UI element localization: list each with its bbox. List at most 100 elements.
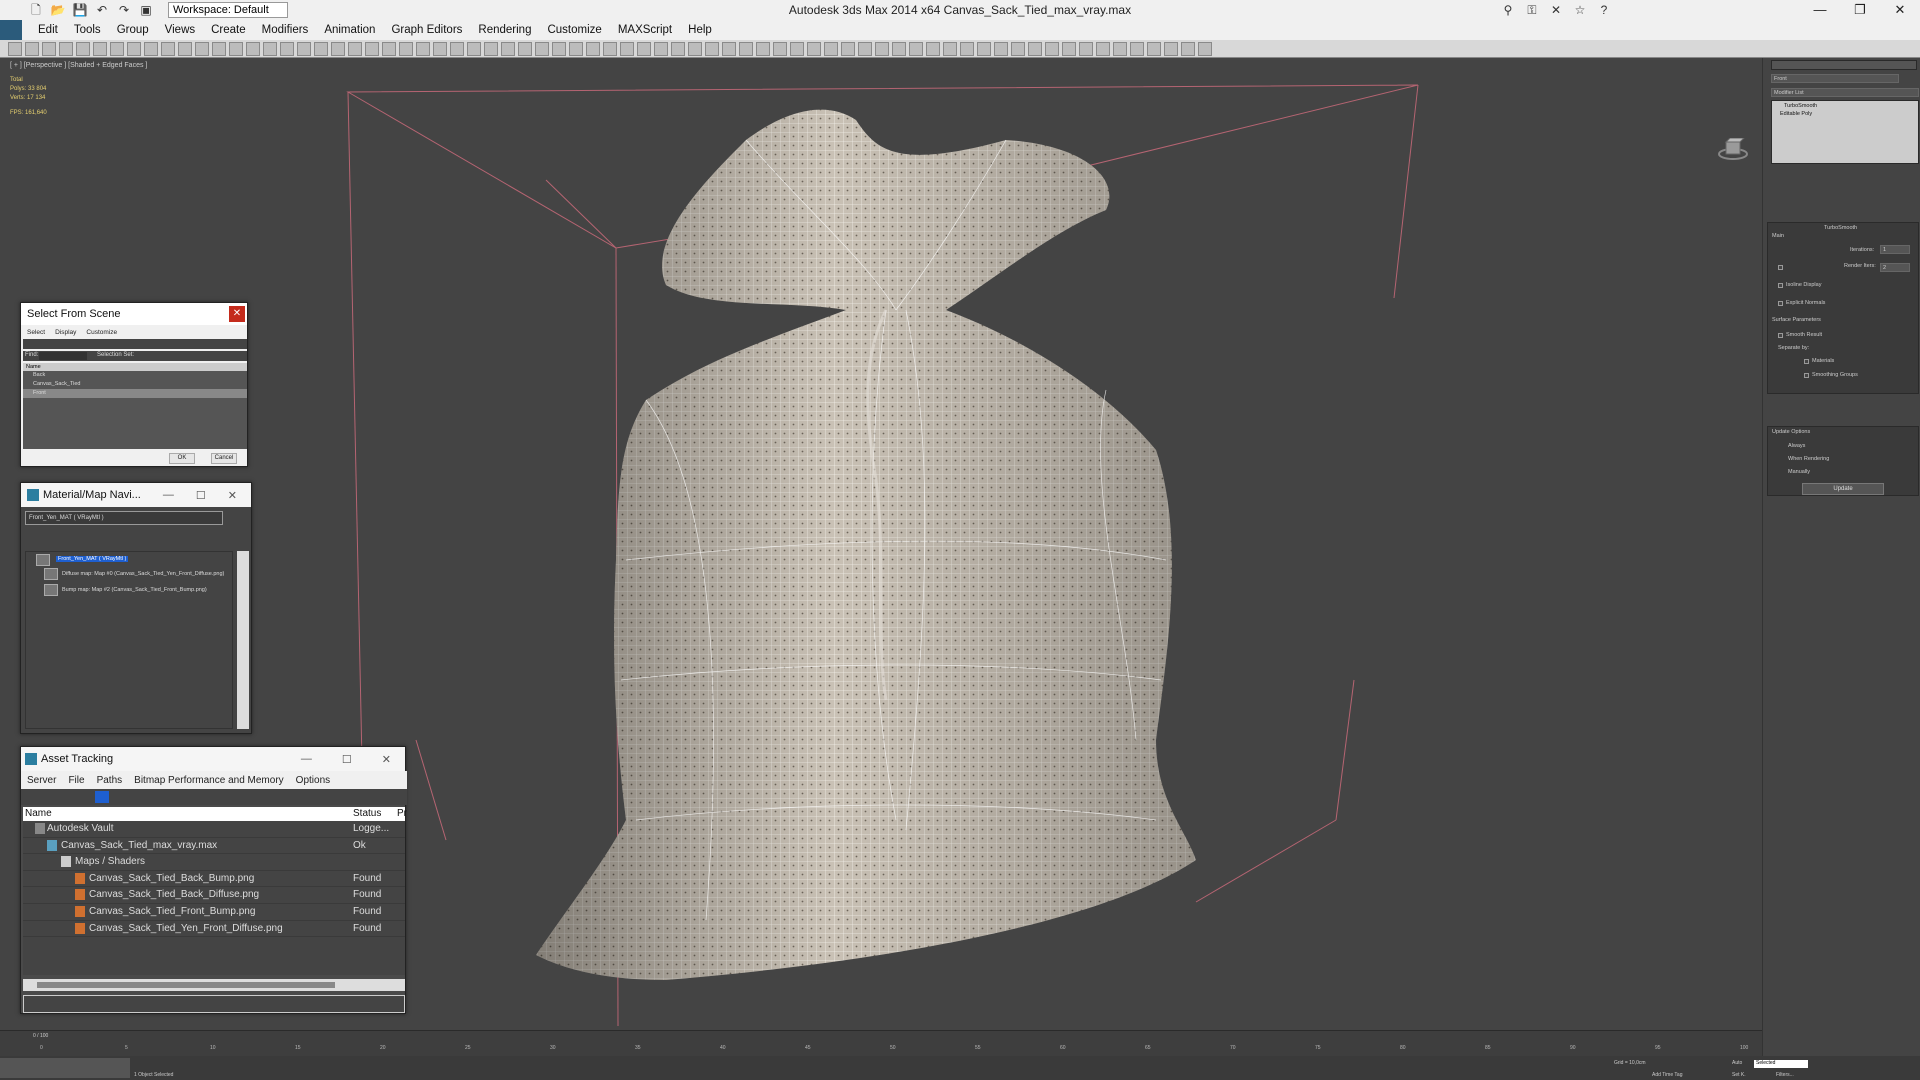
toolbar-button[interactable] xyxy=(637,42,651,56)
toolbar-button[interactable] xyxy=(229,42,243,56)
column-name-header[interactable]: Name xyxy=(23,363,247,371)
dialog-titlebar[interactable]: Select From Scene ✕ xyxy=(21,303,247,325)
close-button[interactable]: ✕ xyxy=(1880,0,1920,20)
update-button[interactable]: Update xyxy=(1802,483,1884,495)
close-button[interactable]: ✕ xyxy=(229,306,245,322)
isoline-checkbox[interactable] xyxy=(1778,283,1783,288)
toolbar-button[interactable] xyxy=(756,42,770,56)
toolbar-button[interactable] xyxy=(246,42,260,56)
toolbar-button[interactable] xyxy=(1011,42,1025,56)
menu-help[interactable]: Help xyxy=(680,24,720,36)
menu-graph-editors[interactable]: Graph Editors xyxy=(383,24,470,36)
iterations-spinner[interactable]: 1 xyxy=(1880,245,1910,254)
smoothing-groups-checkbox[interactable] xyxy=(1804,373,1809,378)
toolbar-button[interactable] xyxy=(280,42,294,56)
menu-animation[interactable]: Animation xyxy=(316,24,383,36)
toolbar-button[interactable] xyxy=(1181,42,1195,56)
horizontal-scrollbar[interactable] xyxy=(23,979,405,991)
time-slider[interactable]: 0 / 100 0 5 10 15 20 25 30 35 40 45 50 55 60 65 70 75 80… xyxy=(0,1030,1762,1056)
toolbar-button[interactable] xyxy=(807,42,821,56)
toolbar-button[interactable] xyxy=(518,42,532,56)
list-item[interactable]: Canvas_Sack_Tied xyxy=(23,380,247,389)
toolbar-button[interactable] xyxy=(348,42,362,56)
toolbar-button[interactable] xyxy=(1096,42,1110,56)
asset-path-field[interactable] xyxy=(23,995,405,1013)
toolbar-button[interactable] xyxy=(1130,42,1144,56)
minimize-button[interactable]: — xyxy=(301,753,312,766)
add-time-tag[interactable]: Add Time Tag xyxy=(1652,1072,1682,1078)
table-row[interactable]: Maps / Shaders xyxy=(23,854,405,871)
viewcube[interactable] xyxy=(1718,138,1748,160)
toolbar-button[interactable] xyxy=(144,42,158,56)
table-row[interactable]: Canvas_Sack_Tied_Yen_Front_Diffuse.png F… xyxy=(23,921,405,938)
vertical-scrollbar[interactable] xyxy=(237,551,249,729)
toolbar-button[interactable] xyxy=(943,42,957,56)
toolbar-button[interactable] xyxy=(1164,42,1178,56)
toolbar-button[interactable] xyxy=(484,42,498,56)
toolbar-button[interactable] xyxy=(110,42,124,56)
filters-button[interactable]: Filters... xyxy=(1776,1072,1794,1078)
menu-customize[interactable]: Customize xyxy=(539,24,609,36)
toolbar-button[interactable] xyxy=(586,42,600,56)
table-row[interactable]: Canvas_Sack_Tied_Back_Bump.png Found xyxy=(23,871,405,888)
dialog-titlebar[interactable]: Material/Map Navi... — ☐ ✕ xyxy=(21,483,251,507)
toolbar-button[interactable] xyxy=(1045,42,1059,56)
render-iters-checkbox[interactable] xyxy=(1778,265,1783,270)
toolbar-button[interactable] xyxy=(841,42,855,56)
toolbar-button[interactable] xyxy=(1198,42,1212,56)
menu-edit[interactable]: Edit xyxy=(30,24,66,36)
toolbar-button[interactable] xyxy=(926,42,940,56)
binoculars-icon[interactable]: ⚲ xyxy=(1500,2,1516,18)
menu-file[interactable]: File xyxy=(68,775,84,786)
stack-item-editable-poly[interactable]: Editable Poly xyxy=(1780,111,1812,117)
list-item[interactable]: Back xyxy=(23,371,247,380)
toolbar-button[interactable] xyxy=(1062,42,1076,56)
toolbar-button[interactable] xyxy=(773,42,787,56)
menu-paths[interactable]: Paths xyxy=(97,775,123,786)
toolbar-button[interactable] xyxy=(722,42,736,56)
toolbar-button[interactable] xyxy=(127,42,141,56)
menu-tools[interactable]: Tools xyxy=(66,24,109,36)
list-item-selected[interactable]: Front xyxy=(23,389,247,398)
minimize-button[interactable]: — xyxy=(1800,0,1840,20)
tree-node-material[interactable]: Front_Yen_MAT ( VRayMtl ) xyxy=(56,556,129,562)
toolbar-button[interactable] xyxy=(552,42,566,56)
toolbar-button[interactable] xyxy=(790,42,804,56)
filter-toolbar[interactable] xyxy=(23,339,247,349)
toolbar-button[interactable] xyxy=(688,42,702,56)
toolbar-button[interactable] xyxy=(314,42,328,56)
menu-views[interactable]: Views xyxy=(157,24,203,36)
toolbar-button[interactable] xyxy=(93,42,107,56)
maximize-button[interactable]: ☐ xyxy=(196,489,206,502)
toolbar-button[interactable] xyxy=(603,42,617,56)
view-mode-buttons[interactable] xyxy=(29,535,59,545)
maxscript-listener[interactable] xyxy=(0,1058,130,1078)
help-icon[interactable]: ? xyxy=(1596,2,1612,18)
toolbar-button[interactable] xyxy=(960,42,974,56)
maximize-button[interactable]: ☐ xyxy=(342,753,352,766)
toolbar-button[interactable] xyxy=(705,42,719,56)
table-view-icon[interactable] xyxy=(95,791,109,803)
toolbar-button[interactable] xyxy=(382,42,396,56)
toolbar-button[interactable] xyxy=(994,42,1008,56)
toolbar-button[interactable] xyxy=(59,42,73,56)
render-iters-spinner[interactable]: 2 xyxy=(1880,263,1910,272)
toolbar-button[interactable] xyxy=(263,42,277,56)
close-button[interactable]: ✕ xyxy=(382,753,391,766)
command-panel-tabs[interactable] xyxy=(1771,60,1917,70)
toolbar-button[interactable] xyxy=(654,42,668,56)
object-name-field[interactable]: Front xyxy=(1771,74,1899,83)
menu-maxscript[interactable]: MAXScript xyxy=(610,24,680,36)
menu-group[interactable]: Group xyxy=(109,24,157,36)
toolbar-button[interactable] xyxy=(909,42,923,56)
toolbar-button[interactable] xyxy=(1113,42,1127,56)
toolbar-button[interactable] xyxy=(178,42,192,56)
explicit-normals-checkbox[interactable] xyxy=(1778,301,1783,306)
auto-key-button[interactable]: Auto xyxy=(1732,1060,1742,1066)
toolbar-button[interactable] xyxy=(620,42,634,56)
col-pr-header[interactable]: Pr xyxy=(397,808,407,819)
toolbar-button[interactable] xyxy=(450,42,464,56)
toolbar-button[interactable] xyxy=(535,42,549,56)
menu-options[interactable]: Options xyxy=(296,775,330,786)
set-key-button[interactable]: Set K. xyxy=(1732,1072,1746,1078)
